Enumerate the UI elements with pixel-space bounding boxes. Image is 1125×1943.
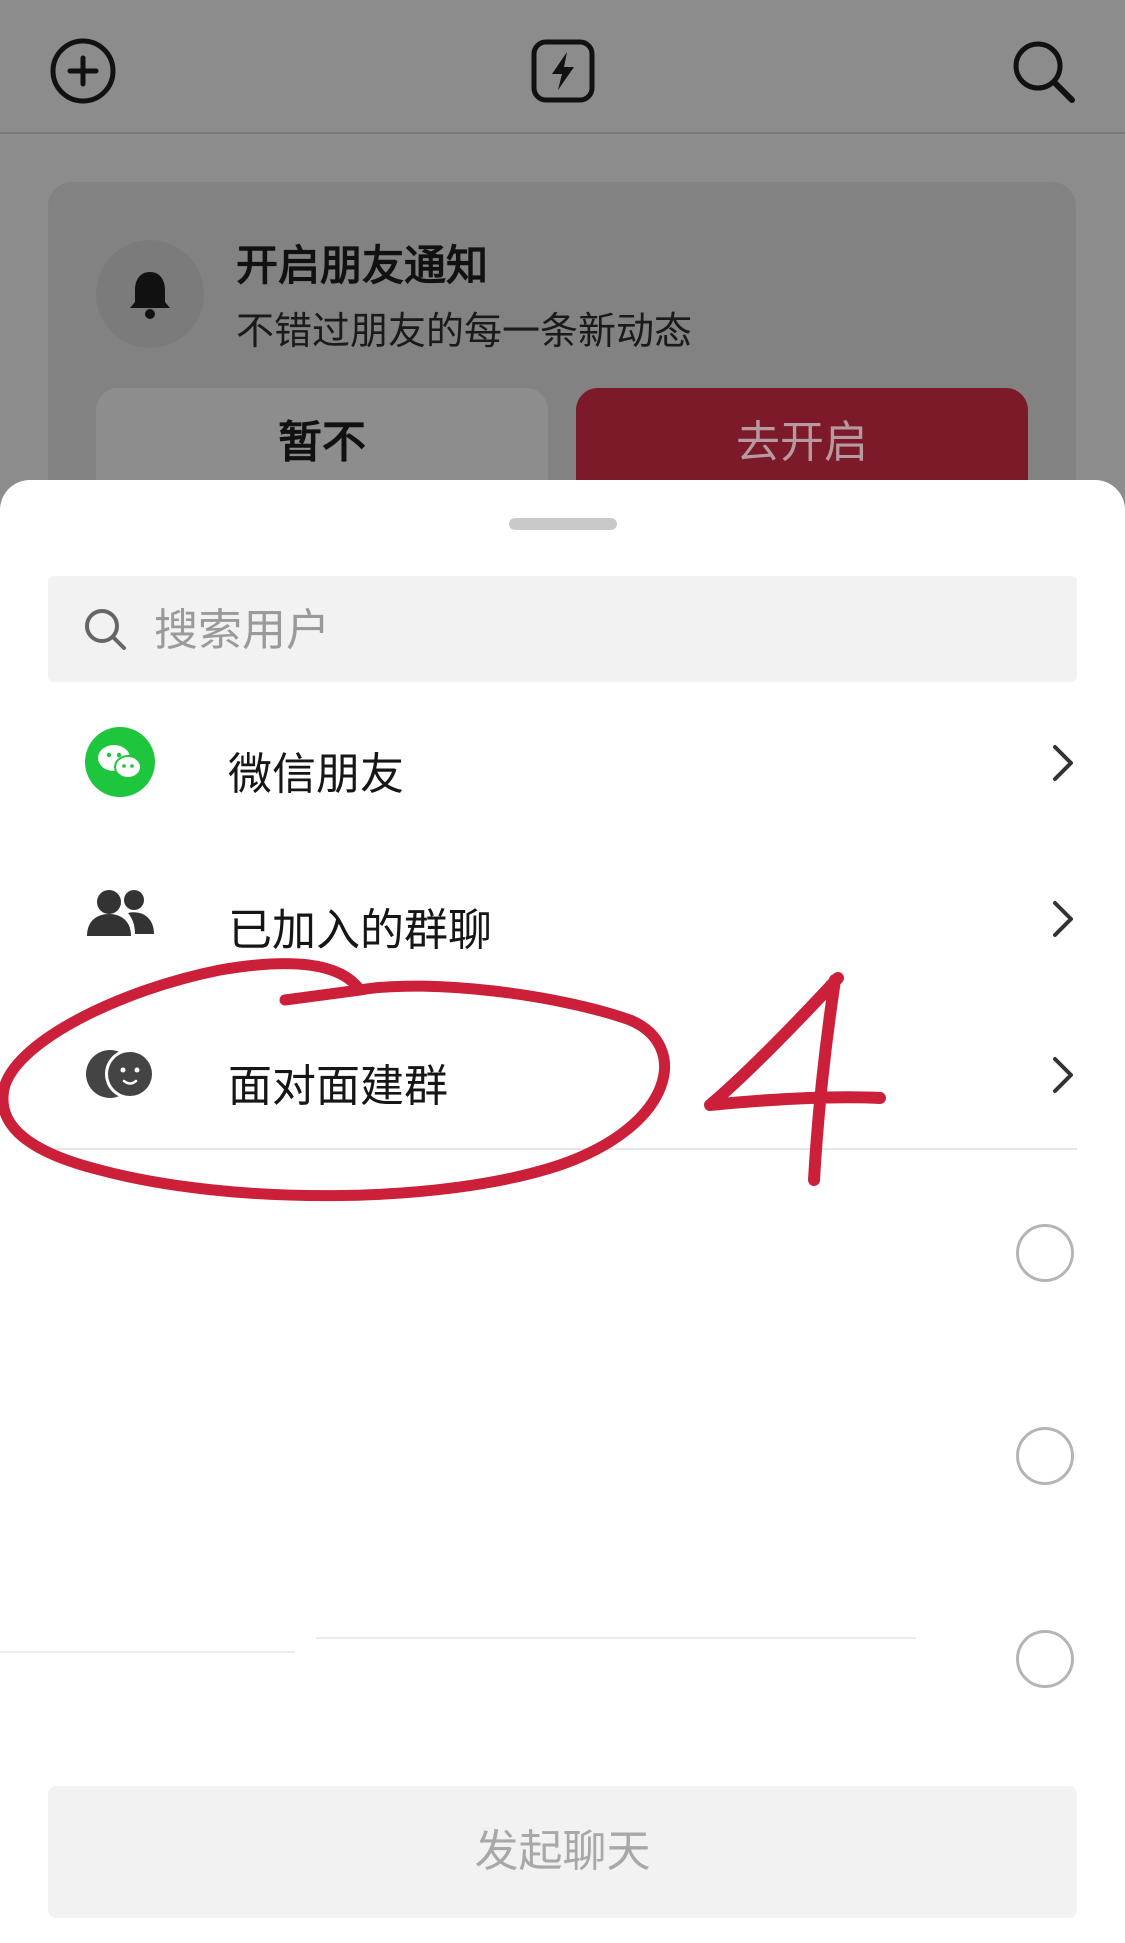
- start-chat-button[interactable]: 发起聊天: [48, 1786, 1077, 1918]
- joined-groups-row[interactable]: 已加入的群聊: [0, 844, 1125, 994]
- top-bar: [0, 0, 1125, 134]
- search-bar[interactable]: [48, 576, 1077, 684]
- notification-subtitle: 不错过朋友的每一条新动态: [236, 309, 693, 353]
- contact-row[interactable]: [0, 1160, 1125, 1350]
- face-to-face-group-row[interactable]: 面对面建群: [0, 1000, 1125, 1150]
- search-input[interactable]: [152, 576, 1036, 684]
- face-to-face-group-label: 面对面建群: [228, 1061, 448, 1112]
- flash-icon[interactable]: [530, 38, 596, 104]
- bell-icon: [130, 272, 170, 319]
- wechat-friends-label: 微信朋友: [228, 749, 404, 800]
- search-icon: [85, 609, 126, 650]
- face-to-face-icon: [86, 1049, 155, 1099]
- select-radio[interactable]: [1016, 1427, 1074, 1485]
- chevron-right-icon: [1053, 1057, 1073, 1093]
- wechat-icon: [85, 727, 155, 797]
- search-icon[interactable]: [1010, 38, 1076, 104]
- contact-row[interactable]: [0, 1570, 1125, 1760]
- drag-handle[interactable]: [509, 518, 617, 530]
- notification-title: 开启朋友通知: [236, 241, 489, 290]
- joined-groups-label: 已加入的群聊: [228, 905, 492, 956]
- section-divider: [48, 1148, 1077, 1150]
- bell-icon-wrapper: [96, 240, 204, 348]
- group-icon: [87, 890, 154, 936]
- add-icon[interactable]: [50, 38, 116, 104]
- chevron-right-icon: [1053, 745, 1073, 781]
- chevron-right-icon: [1053, 901, 1073, 937]
- bottom-sheet: 微信朋友 已加入的群聊 面对面建群: [0, 480, 1125, 1943]
- wechat-friends-row[interactable]: 微信朋友: [0, 688, 1125, 838]
- contact-row[interactable]: [0, 1360, 1125, 1550]
- select-radio[interactable]: [1016, 1630, 1074, 1688]
- select-radio[interactable]: [1016, 1224, 1074, 1282]
